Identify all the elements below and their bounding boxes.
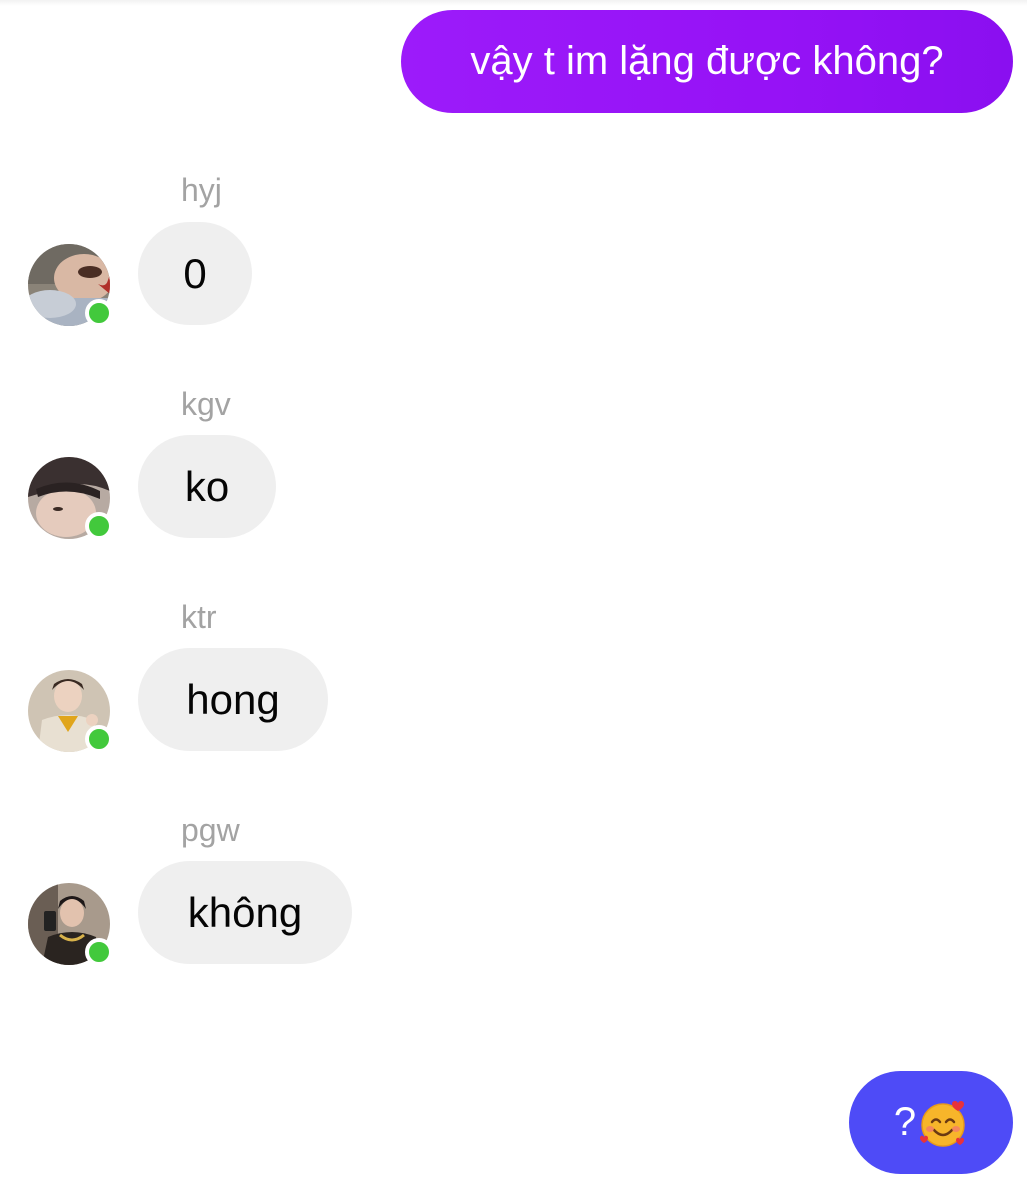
message-text: không: [187, 888, 303, 936]
top-edge-shadow: [0, 0, 1027, 6]
incoming-message-bubble[interactable]: không: [138, 861, 352, 964]
sender-name: hyj: [181, 172, 222, 208]
online-status-dot: [85, 938, 113, 966]
message-text: hong: [186, 675, 280, 723]
incoming-message-bubble[interactable]: 0: [138, 222, 252, 325]
message-text: ko: [184, 462, 230, 510]
sender-name: pgw: [181, 812, 240, 848]
outgoing-message-bubble[interactable]: vậy t im lặng được không?: [401, 10, 1013, 113]
message-text: vậy t im lặng được không?: [470, 39, 944, 83]
sender-name: ktr: [181, 599, 217, 635]
online-status-dot: [85, 725, 113, 753]
sender-name: kgv: [181, 386, 231, 422]
message-text: 0: [183, 249, 207, 297]
incoming-message-bubble[interactable]: hong: [138, 648, 328, 751]
smiling-face-with-hearts-icon: [918, 1098, 968, 1148]
outgoing-message-bubble[interactable]: ?: [849, 1071, 1013, 1174]
online-status-dot: [85, 299, 113, 327]
online-status-dot: [85, 512, 113, 540]
incoming-message-bubble[interactable]: ko: [138, 435, 276, 538]
message-text: ?: [893, 1100, 917, 1144]
